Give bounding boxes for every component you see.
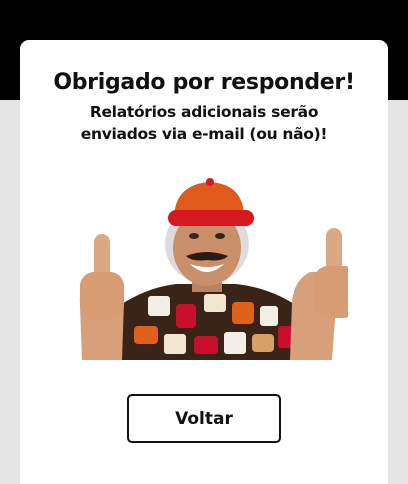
thumbs-up-man-image [64, 176, 348, 360]
thank-you-dialog: Obrigado por responder! Relatórios adici… [20, 40, 388, 484]
page: Obrigado por responder! Relatórios adici… [0, 0, 408, 484]
dialog-subtitle: Relatórios adicionais serão enviados via… [80, 103, 328, 143]
voltar-button[interactable]: Voltar [127, 394, 281, 443]
dialog-title: Obrigado por responder! [53, 70, 355, 95]
